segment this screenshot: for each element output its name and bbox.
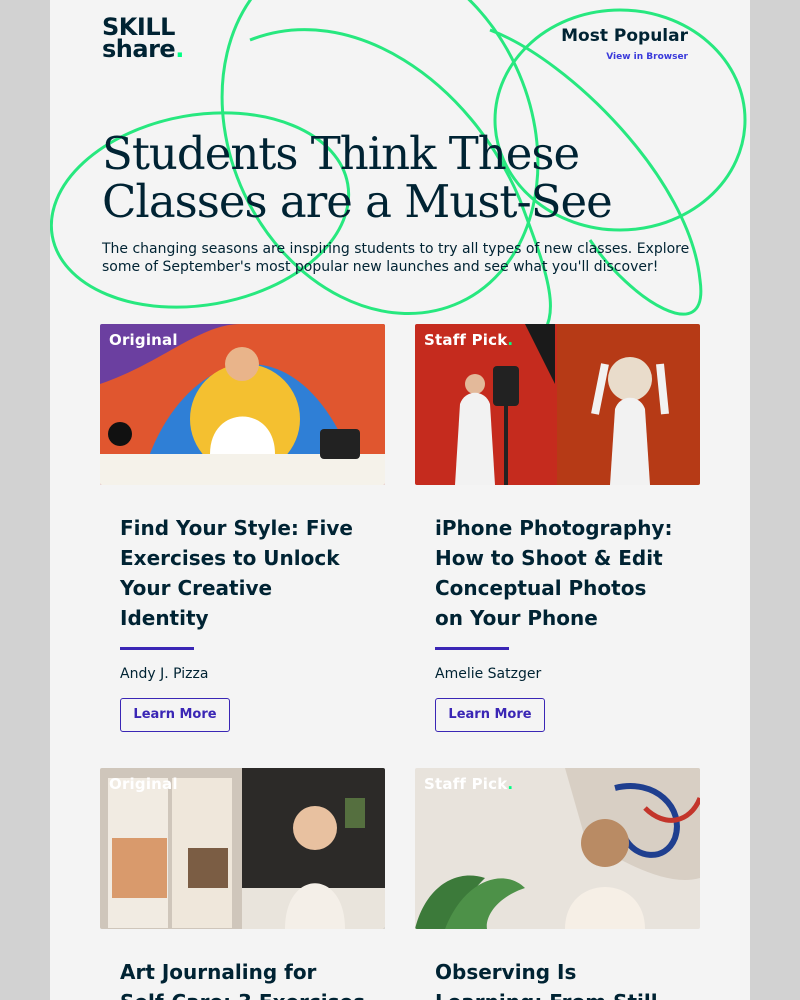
- class-author: Andy J. Pizza: [120, 666, 209, 682]
- class-card: Original Find Your Style: Five Exercises…: [100, 324, 385, 732]
- skillshare-logo[interactable]: SKILL share.: [102, 15, 184, 63]
- staff-pick-badge: Staff Pick.: [424, 775, 514, 793]
- staff-pick-badge: Staff Pick.: [424, 331, 514, 349]
- original-badge: Original: [109, 331, 178, 349]
- class-thumbnail[interactable]: Staff Pick.: [415, 768, 700, 929]
- email-body: SKILL share. Most Popular View in Browse…: [50, 0, 750, 1000]
- class-author: Amelie Satzger: [435, 666, 542, 682]
- most-popular-label: Most Popular: [561, 26, 688, 46]
- header-right: Most Popular View in Browser: [561, 26, 688, 62]
- class-title[interactable]: Art Journaling for Self-Care: 3 Exercise…: [120, 957, 365, 1000]
- original-badge: Original: [109, 775, 178, 793]
- class-card: Staff Pick. Observing Is Learning: From …: [415, 768, 700, 1000]
- view-in-browser-link[interactable]: View in Browser: [561, 52, 688, 62]
- learn-more-button[interactable]: Learn More: [120, 698, 230, 732]
- hero-title: Students Think These Classes are a Must-…: [102, 127, 613, 228]
- class-title[interactable]: Find Your Style: Five Exercises to Unloc…: [120, 513, 365, 633]
- hero-intro: The changing seasons are inspiring stude…: [102, 241, 690, 275]
- class-title[interactable]: iPhone Photography: How to Shoot & Edit …: [435, 513, 680, 633]
- class-card: Staff Pick. iPhone Photography: How to S…: [415, 324, 700, 732]
- class-thumbnail[interactable]: Original: [100, 768, 385, 929]
- learn-more-button[interactable]: Learn More: [435, 698, 545, 732]
- divider: [120, 647, 194, 650]
- logo-line-2: share.: [102, 35, 184, 63]
- divider: [435, 647, 509, 650]
- class-title[interactable]: Observing Is Learning: From Still Life t…: [435, 957, 680, 1000]
- class-thumbnail[interactable]: Staff Pick.: [415, 324, 700, 485]
- class-thumbnail[interactable]: Original: [100, 324, 385, 485]
- class-card: Original Art Journaling for Self-Care: 3…: [100, 768, 385, 1000]
